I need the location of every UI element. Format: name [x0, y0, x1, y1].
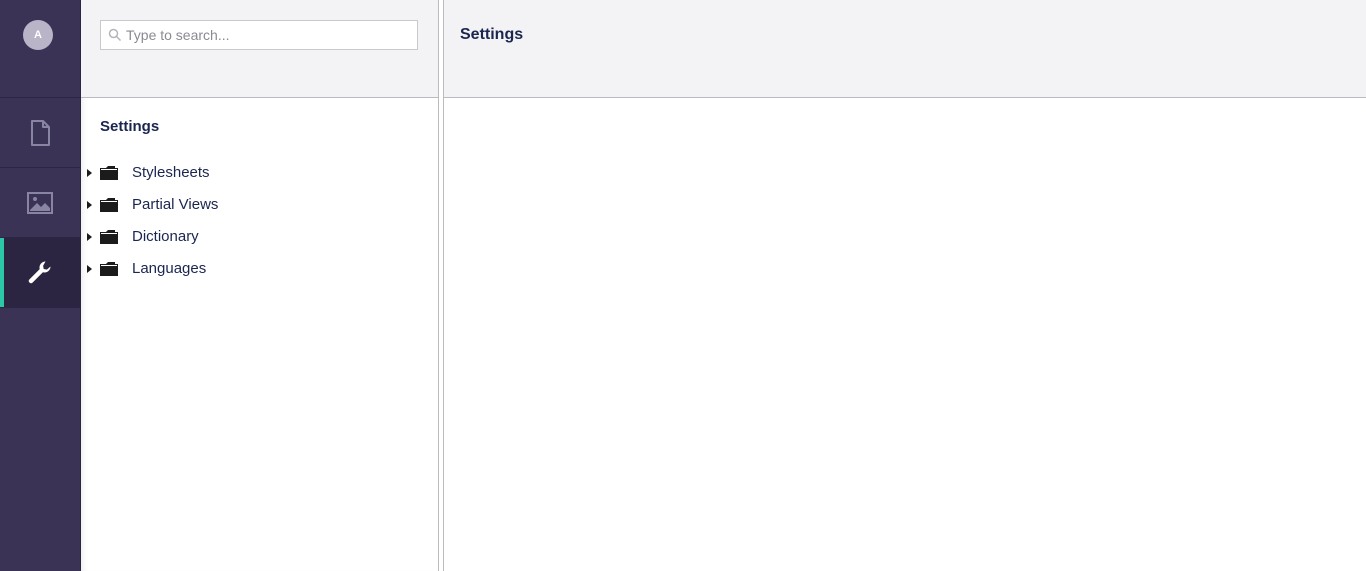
section-content[interactable] — [0, 98, 80, 168]
tree-node-label: Languages — [132, 260, 207, 277]
section-media[interactable] — [0, 168, 80, 238]
tree-list: Stylesheets Partial Views Dictionary Lan… — [81, 157, 438, 285]
search-icon — [108, 28, 122, 47]
caret-right-icon[interactable] — [87, 265, 92, 273]
wrench-icon — [26, 259, 54, 287]
tree-panel: Settings Stylesheets — [81, 0, 438, 571]
caret-right-icon[interactable] — [87, 233, 92, 241]
search-box[interactable] — [100, 20, 418, 50]
app-window: A Type to search... Settings Stylesheets… — [0, 0, 1366, 571]
user-zone: A — [0, 0, 80, 98]
folder-icon — [100, 166, 118, 185]
editor-header: Settings — [444, 0, 1366, 98]
document-icon — [30, 119, 50, 146]
page-title: Settings — [460, 26, 524, 43]
caret-right-icon[interactable] — [87, 201, 92, 209]
editor-area: Settings — [444, 0, 1366, 571]
tree-node-languages[interactable]: Languages — [81, 253, 438, 285]
sections-rail: A — [0, 0, 81, 571]
section-settings[interactable] — [0, 238, 80, 308]
search-input[interactable] — [126, 21, 411, 49]
folder-icon — [100, 262, 118, 281]
tree-node-dictionary[interactable]: Dictionary — [81, 221, 438, 253]
tree-node-label: Stylesheets — [132, 164, 210, 181]
folder-icon — [100, 198, 118, 217]
image-icon — [27, 191, 53, 214]
caret-right-icon[interactable] — [87, 169, 92, 177]
folder-icon — [100, 230, 118, 249]
tree-node-label: Dictionary — [132, 228, 199, 245]
tree-header — [81, 0, 438, 98]
tree-node-partial-views[interactable]: Partial Views — [81, 189, 438, 221]
tree-title: Settings — [100, 118, 160, 135]
user-avatar[interactable]: A — [23, 20, 53, 50]
tree-node-label: Partial Views — [132, 196, 219, 213]
tree-node-stylesheets[interactable]: Stylesheets — [81, 157, 438, 189]
